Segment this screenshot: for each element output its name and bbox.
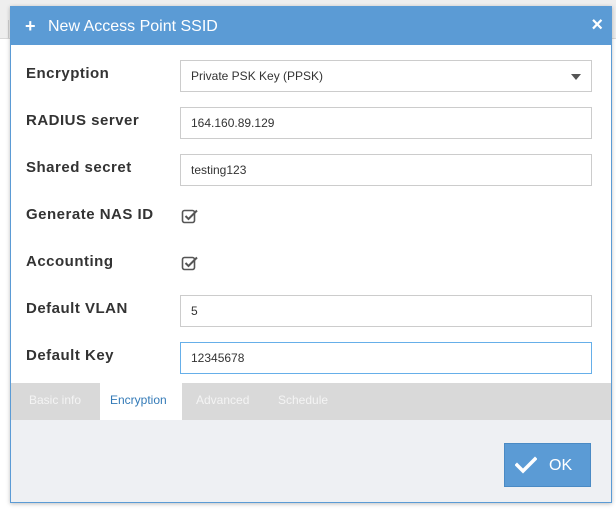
shared-secret-input[interactable] xyxy=(180,154,592,186)
tab-schedule[interactable]: Schedule xyxy=(268,383,338,420)
dialog-title: New Access Point SSID xyxy=(48,18,218,35)
close-icon[interactable]: × xyxy=(591,15,603,35)
shared-secret-label: Shared secret xyxy=(26,159,132,176)
checkbox-checked-icon[interactable] xyxy=(181,254,199,272)
accounting-row: Accounting xyxy=(11,248,611,280)
tab-advanced[interactable]: Advanced xyxy=(186,383,259,420)
default-key-label: Default Key xyxy=(26,347,115,364)
checkbox-checked-icon[interactable] xyxy=(181,207,199,225)
radius-server-input[interactable] xyxy=(180,107,592,139)
encryption-label: Encryption xyxy=(26,65,110,82)
generate-nas-id-row: Generate NAS ID xyxy=(11,201,611,233)
ssid-dialog: + New Access Point SSID × Encryption Pri… xyxy=(10,6,612,503)
accounting-label: Accounting xyxy=(26,253,114,270)
checkmark-icon xyxy=(515,456,537,474)
caret-down-icon xyxy=(571,74,581,80)
default-key-row: Default Key xyxy=(11,342,611,374)
encryption-select[interactable]: Private PSK Key (PPSK) xyxy=(180,60,592,92)
dialog-titlebar: + New Access Point SSID × xyxy=(11,7,611,45)
ok-label: OK xyxy=(549,457,573,474)
dialog-footer: OK xyxy=(11,420,611,502)
shared-secret-row: Shared secret xyxy=(11,154,611,186)
radius-server-label: RADIUS server xyxy=(26,112,140,129)
tab-encryption[interactable]: Encryption xyxy=(100,383,182,420)
tab-basic-info[interactable]: Basic info xyxy=(19,383,91,420)
ok-button[interactable]: OK xyxy=(504,443,591,487)
generate-nas-id-label: Generate NAS ID xyxy=(26,206,154,223)
radius-server-row: RADIUS server xyxy=(11,107,611,139)
default-vlan-input[interactable] xyxy=(180,295,592,327)
default-key-input[interactable] xyxy=(180,342,592,374)
encryption-row: Encryption Private PSK Key (PPSK) xyxy=(11,60,611,92)
toolbar-divider xyxy=(8,20,9,38)
tab-bar: Basic info Encryption Advanced Schedule xyxy=(11,383,611,420)
ssid-form: Encryption Private PSK Key (PPSK) RADIUS… xyxy=(11,45,611,383)
default-vlan-row: Default VLAN xyxy=(11,295,611,327)
plus-icon: + xyxy=(25,16,36,36)
default-vlan-label: Default VLAN xyxy=(26,300,128,317)
encryption-select-value: Private PSK Key (PPSK) xyxy=(191,69,324,83)
